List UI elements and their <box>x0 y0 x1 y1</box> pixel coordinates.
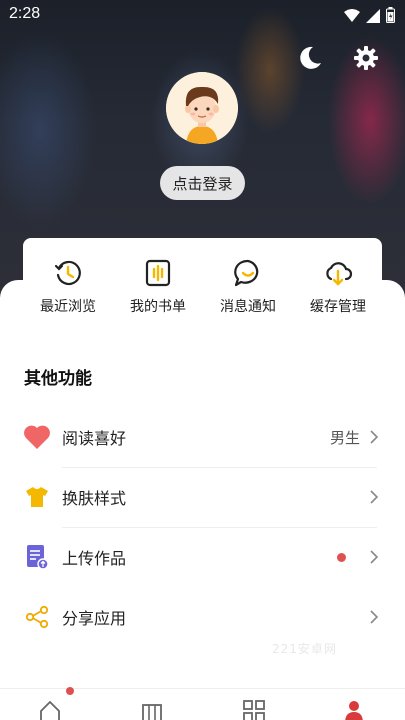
moon-icon <box>300 46 321 69</box>
chevron-right-icon <box>370 550 378 564</box>
quick-action-label: 我的书单 <box>130 299 186 315</box>
night-mode-button[interactable] <box>296 44 324 72</box>
status-time: 2:28 <box>9 5 41 22</box>
upload-works-row[interactable]: 上传作品 <box>22 527 382 587</box>
upload-document-icon <box>22 542 52 572</box>
notification-dot <box>337 552 346 562</box>
quick-action-messages[interactable]: 消息通知 <box>208 258 288 316</box>
tab-home[interactable] <box>38 699 62 720</box>
library-icon <box>142 704 162 720</box>
chevron-right-icon <box>370 490 378 504</box>
row-right <box>370 610 378 624</box>
tab-category[interactable] <box>242 699 266 720</box>
reading-preference-value: 男生 <box>329 428 360 447</box>
row-right <box>337 550 378 564</box>
row-label: 分享应用 <box>62 609 127 628</box>
login-button[interactable]: 点击登录 <box>160 166 245 200</box>
tab-bar <box>0 687 405 720</box>
watermark: 221安卓网 <box>272 642 337 656</box>
share-icon <box>22 602 52 632</box>
history-clock-icon <box>53 258 83 288</box>
status-icons <box>344 7 395 27</box>
message-bubble-icon <box>233 258 263 288</box>
row-label: 阅读喜好 <box>62 429 127 448</box>
heart-icon <box>22 422 52 452</box>
reading-preference-row[interactable]: 阅读喜好 男生 <box>22 407 382 467</box>
home-notification-dot <box>66 687 74 695</box>
tab-profile[interactable] <box>342 699 366 720</box>
category-icon <box>243 700 265 720</box>
row-label: 换肤样式 <box>62 489 127 508</box>
wifi-icon <box>344 8 360 27</box>
tshirt-icon <box>22 482 52 512</box>
quick-action-booklist[interactable]: 我的书单 <box>118 258 198 316</box>
section-title: 其他功能 <box>24 369 92 389</box>
quick-action-cache[interactable]: 缓存管理 <box>298 258 378 316</box>
signal-icon <box>366 8 380 27</box>
gear-icon <box>354 46 378 70</box>
quick-action-label: 消息通知 <box>220 299 276 315</box>
row-right <box>370 490 378 504</box>
row-label: 上传作品 <box>62 549 127 568</box>
booklist-icon <box>143 258 173 288</box>
row-right: 男生 <box>330 427 378 448</box>
chevron-right-icon <box>370 610 378 624</box>
skin-style-row[interactable]: 换肤样式 <box>22 467 382 527</box>
quick-action-recent[interactable]: 最近浏览 <box>28 258 108 316</box>
cloud-download-icon <box>323 258 353 288</box>
quick-action-label: 最近浏览 <box>40 299 96 315</box>
chevron-right-icon <box>370 430 378 444</box>
tab-library[interactable] <box>140 699 164 720</box>
profile-icon <box>345 701 363 720</box>
share-app-row[interactable]: 分享应用 <box>22 587 382 647</box>
settings-button[interactable] <box>352 44 380 72</box>
quick-action-label: 缓存管理 <box>310 299 366 315</box>
home-icon <box>40 700 60 720</box>
status-bar: 2:28 <box>0 0 405 30</box>
avatar[interactable] <box>166 72 238 144</box>
battery-icon <box>386 7 395 27</box>
